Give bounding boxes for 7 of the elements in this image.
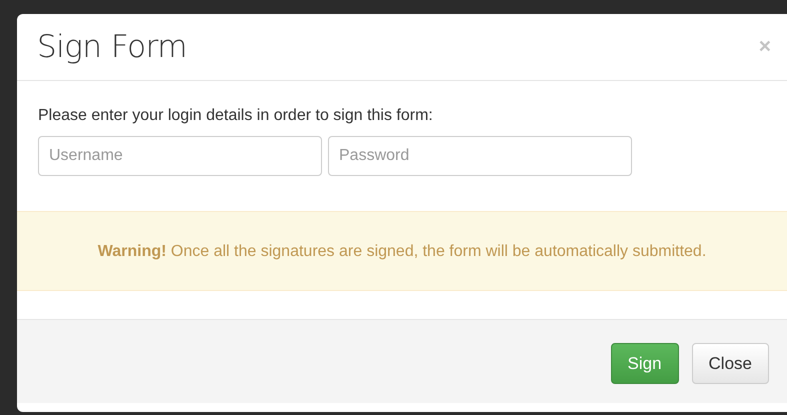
warning-text: Warning! Once all the signatures are signed, the form will be automatically submitted. — [98, 242, 706, 262]
instructions-text: Please enter your login details in order to sign this form: — [38, 107, 434, 125]
input-field[interactable]: Password — [328, 136, 632, 176]
input-field[interactable]: Username — [38, 136, 322, 176]
sign-button[interactable]: Sign — [610, 343, 679, 384]
close-button[interactable]: Close — [692, 343, 769, 384]
dialog-title: Sign Form — [37, 29, 187, 65]
